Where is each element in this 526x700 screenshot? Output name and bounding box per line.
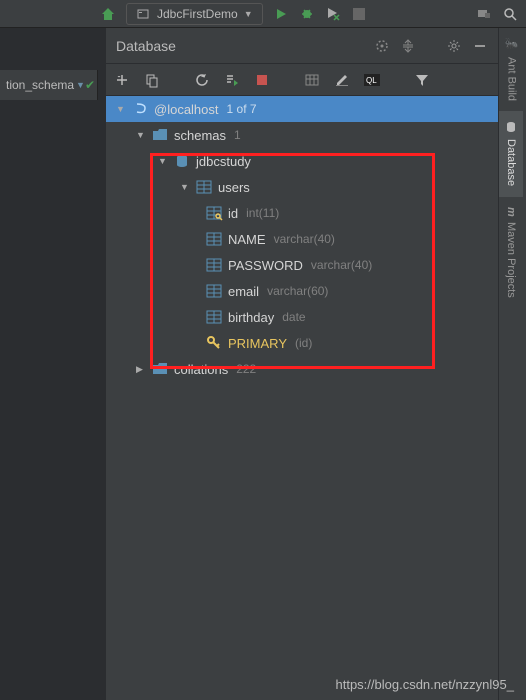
tree-node-column[interactable]: email varchar(60) bbox=[106, 278, 498, 304]
debug-icon[interactable] bbox=[299, 6, 315, 22]
tree-node-collations[interactable]: ▶ collations 222 bbox=[106, 356, 498, 382]
svg-text:QL: QL bbox=[366, 76, 377, 85]
top-toolbar: JdbcFirstDemo ▼ bbox=[0, 0, 526, 28]
tree-node-column[interactable]: PASSWORD varchar(40) bbox=[106, 252, 498, 278]
table-view-icon[interactable] bbox=[304, 72, 320, 88]
folder-icon bbox=[152, 129, 168, 141]
chevron-down-icon: ▼ bbox=[244, 9, 254, 19]
column-name: email bbox=[228, 284, 259, 299]
column-name: NAME bbox=[228, 232, 266, 247]
edit-icon[interactable] bbox=[334, 72, 350, 88]
tree-node-column[interactable]: id int(11) bbox=[106, 200, 498, 226]
focus-icon[interactable] bbox=[374, 38, 390, 54]
column-name: PASSWORD bbox=[228, 258, 303, 273]
make-icon[interactable] bbox=[100, 6, 116, 22]
column-icon bbox=[206, 285, 222, 297]
expand-arrow-icon: ▼ bbox=[180, 182, 190, 192]
column-type: varchar(40) bbox=[274, 232, 335, 246]
column-name: birthday bbox=[228, 310, 274, 325]
column-type: varchar(40) bbox=[311, 258, 372, 272]
database-icon bbox=[174, 154, 190, 168]
ant-icon: 🐜 bbox=[505, 38, 518, 51]
side-tab-ant[interactable]: 🐜 Ant Build bbox=[499, 28, 524, 111]
run-config-label: JdbcFirstDemo bbox=[157, 7, 238, 21]
tree-node-column[interactable]: birthday date bbox=[106, 304, 498, 330]
copy-icon[interactable] bbox=[144, 72, 160, 88]
tree-node-table[interactable]: ▼ users bbox=[106, 174, 498, 200]
expand-arrow-icon: ▼ bbox=[158, 156, 168, 166]
column-icon bbox=[206, 311, 222, 323]
column-icon bbox=[206, 233, 222, 245]
execute-icon[interactable] bbox=[224, 72, 240, 88]
check-icon: ✔ bbox=[85, 77, 95, 93]
expand-arrow-icon: ▶ bbox=[136, 364, 146, 375]
vcs-icon[interactable] bbox=[476, 6, 492, 22]
tree-node-datasource[interactable]: ▼ @localhost 1 of 7 bbox=[106, 96, 498, 122]
coverage-icon[interactable] bbox=[325, 6, 341, 22]
column-type: date bbox=[282, 310, 305, 324]
panel-title-bar: Database bbox=[106, 28, 498, 64]
panel-toolbar: QL bbox=[106, 64, 498, 96]
tree-node-primary-key[interactable]: PRIMARY (id) bbox=[106, 330, 498, 356]
column-type: int(11) bbox=[246, 206, 279, 220]
chevron-down-icon: ▼ bbox=[76, 80, 85, 90]
tree-node-column[interactable]: NAME varchar(40) bbox=[106, 226, 498, 252]
column-icon bbox=[206, 259, 222, 271]
minimize-icon[interactable] bbox=[472, 38, 488, 54]
add-icon[interactable] bbox=[114, 72, 130, 88]
gear-icon[interactable] bbox=[446, 38, 462, 54]
run-config-select[interactable]: JdbcFirstDemo ▼ bbox=[126, 3, 263, 25]
primary-key-icon bbox=[206, 336, 222, 350]
stop-disabled-icon bbox=[351, 6, 367, 22]
expand-arrow-icon: ▼ bbox=[116, 104, 126, 114]
database-panel: Database QL ▼ @localhost 1 of 7 ▼ bbox=[106, 28, 498, 700]
refresh-icon[interactable] bbox=[194, 72, 210, 88]
expand-arrow-icon: ▼ bbox=[136, 130, 146, 140]
ql-icon[interactable]: QL bbox=[364, 72, 380, 88]
datasource-icon bbox=[132, 102, 148, 116]
column-pk-icon bbox=[206, 207, 222, 219]
column-type: varchar(60) bbox=[267, 284, 328, 298]
collapse-all-icon[interactable] bbox=[400, 38, 416, 54]
column-name: id bbox=[228, 206, 238, 221]
table-icon bbox=[196, 181, 212, 193]
side-tab-maven[interactable]: m Maven Projects bbox=[499, 197, 523, 309]
stop-icon[interactable] bbox=[254, 72, 270, 88]
run-config-icon bbox=[135, 6, 151, 22]
filter-icon[interactable] bbox=[414, 72, 430, 88]
watermark: https://blog.csdn.net/nzzynl95_ bbox=[335, 677, 514, 692]
maven-icon: m bbox=[505, 207, 517, 217]
side-tab-database[interactable]: Database bbox=[499, 111, 523, 196]
run-icon[interactable] bbox=[273, 6, 289, 22]
left-panel-stub: tion_schema ▼ ✔ bbox=[0, 70, 98, 100]
right-sidebar: 🐜 Ant Build Database m Maven Projects bbox=[498, 28, 526, 700]
folder-icon bbox=[152, 363, 168, 375]
panel-title: Database bbox=[116, 38, 374, 54]
database-tree: ▼ @localhost 1 of 7 ▼ schemas 1 ▼ jdbcst… bbox=[106, 96, 498, 382]
database-tab-icon bbox=[505, 121, 517, 133]
tree-node-database[interactable]: ▼ jdbcstudy bbox=[106, 148, 498, 174]
tree-node-schemas[interactable]: ▼ schemas 1 bbox=[106, 122, 498, 148]
search-everywhere-icon[interactable] bbox=[502, 6, 518, 22]
